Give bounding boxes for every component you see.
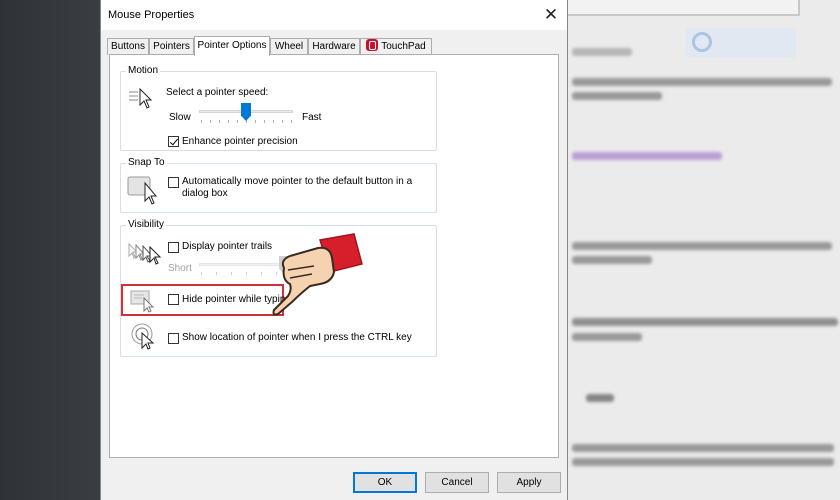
tab-touchpad[interactable]: TouchPad [360,38,432,55]
show-location-label: Show location of pointer when I press th… [182,332,412,343]
fast-label: Fast [302,112,322,123]
background-left [0,0,100,500]
tab-pointer-options[interactable]: Pointer Options [194,36,270,56]
tab-hardware[interactable]: Hardware [308,38,360,55]
motion-group: Motion Select a pointer speed: Slow Fast… [120,65,437,151]
snap-to-label-line1: Automatically move pointer to the defaul… [182,176,413,187]
tab-pointers[interactable]: Pointers [149,38,194,55]
background-input-box [568,0,800,16]
show-location-checkbox[interactable] [168,333,179,344]
slow-label: Slow [169,112,191,123]
pointer-speed-slider-thumb[interactable] [241,103,251,121]
apply-button[interactable]: Apply [497,472,561,493]
pointer-speed-icon [129,87,153,109]
speed-label: Select a pointer speed: [166,87,269,98]
enhance-precision-label: Enhance pointer precision [182,136,298,147]
hide-pointer-checkbox[interactable] [168,294,179,305]
trails-short-label: Short [168,263,192,274]
snap-to-group-label: Snap To [126,157,167,168]
ok-button[interactable]: OK [353,472,417,493]
hide-pointer-icon [130,290,155,313]
motion-group-label: Motion [126,65,161,76]
pointer-trails-checkbox[interactable] [168,242,179,253]
background-logo-mark [692,32,712,52]
enhance-precision-checkbox[interactable] [168,136,179,147]
tab-buttons[interactable]: Buttons [107,38,149,55]
pointing-hand-icon [272,233,363,316]
snap-to-group: Snap To Automatically move pointer to th… [120,157,437,213]
snap-to-checkbox[interactable] [168,177,179,188]
touchpad-icon [366,39,379,51]
show-location-icon [131,323,155,350]
tab-wheel[interactable]: Wheel [270,38,308,55]
visibility-group-label: Visibility [126,219,166,230]
snap-to-icon [127,176,158,205]
snap-to-label-line2: dialog box [182,188,228,199]
pointer-trails-icon [128,242,161,265]
background-document [568,0,840,500]
cancel-button[interactable]: Cancel [425,472,489,493]
window-title: Mouse Properties [108,9,195,21]
pointer-trails-label: Display pointer trails [182,241,273,252]
title-bar: Mouse Properties ✕ [101,0,567,30]
close-button[interactable]: ✕ [539,4,563,26]
